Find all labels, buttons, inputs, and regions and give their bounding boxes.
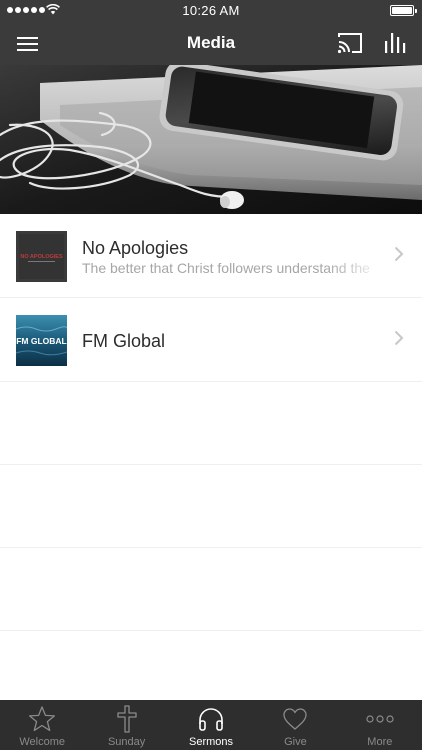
list-item-no-apologies[interactable]: NO APOLOGIES No Apologies The better tha… xyxy=(0,214,422,298)
empty-row xyxy=(0,548,422,631)
tab-label: Sunday xyxy=(107,736,146,748)
heart-icon xyxy=(283,708,308,730)
media-list: NO APOLOGIES No Apologies The better tha… xyxy=(0,214,422,714)
no-apologies-logo-text: NO APOLOGIES xyxy=(20,254,63,260)
hero-image xyxy=(0,65,422,214)
list-item-subtitle: The better that Christ followers underst… xyxy=(82,260,386,276)
cast-icon[interactable] xyxy=(336,31,364,55)
status-time: 10:26 AM xyxy=(182,3,240,18)
tab-bar: Welcome Sunday Sermons Give More xyxy=(0,700,422,750)
empty-row xyxy=(0,382,422,465)
nav-bar: Media xyxy=(0,22,422,65)
more-dots-icon xyxy=(366,715,394,723)
fm-global-logo-text: FM GLOBAL xyxy=(16,336,67,346)
audio-bars-icon[interactable] xyxy=(381,29,409,55)
tab-welcome[interactable]: Welcome xyxy=(0,700,84,750)
chevron-right-icon xyxy=(394,330,404,346)
tab-label: Welcome xyxy=(19,736,66,748)
tab-sermons[interactable]: Sermons xyxy=(169,700,253,750)
list-item-title: No Apologies xyxy=(82,238,189,258)
tab-give[interactable]: Give xyxy=(253,700,337,750)
battery-icon xyxy=(390,5,417,16)
laptop-phone-earbuds-image xyxy=(0,65,422,214)
tab-sunday[interactable]: Sunday xyxy=(84,700,168,750)
tab-label: Sermons xyxy=(189,736,234,748)
list-item-fm-global[interactable]: FM GLOBAL FM Global xyxy=(0,298,422,382)
headphones-icon xyxy=(199,708,223,731)
cross-icon xyxy=(116,705,137,733)
status-bar: 10:26 AM xyxy=(0,0,422,22)
tab-label: Give xyxy=(284,736,307,748)
empty-row xyxy=(0,465,422,548)
fm-global-thumbnail: FM GLOBAL xyxy=(16,315,67,366)
chevron-right-icon xyxy=(394,246,404,262)
top-bar: 10:26 AM Media xyxy=(0,0,422,65)
list-item-title: FM Global xyxy=(82,331,166,351)
tab-more[interactable]: More xyxy=(338,700,422,750)
star-icon xyxy=(29,706,56,732)
tab-label: More xyxy=(367,736,393,748)
no-apologies-thumbnail: NO APOLOGIES xyxy=(16,231,67,282)
